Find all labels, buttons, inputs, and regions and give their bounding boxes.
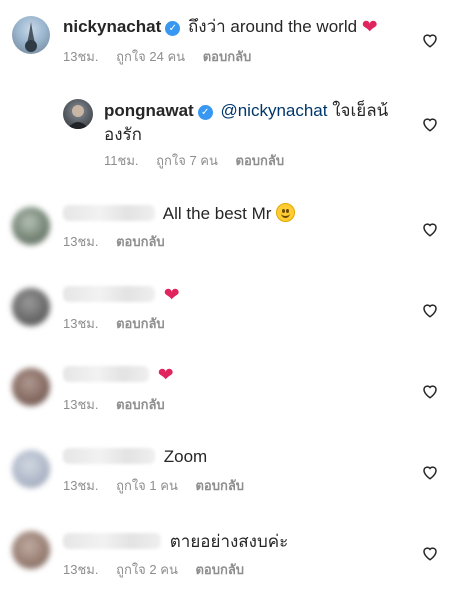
comment-meta: 13ชม. ตอบกลับ (63, 397, 179, 413)
redacted-username (63, 533, 161, 549)
reply-button[interactable]: ตอบกลับ (116, 234, 165, 249)
avatar[interactable] (63, 99, 93, 129)
comment-body: ตายอย่างสงบค่ะ (169, 532, 289, 551)
mention-link[interactable]: @nickynachat (220, 101, 327, 120)
comment-time: 13ชม. (63, 49, 99, 64)
comment-time: 13ชม. (63, 316, 99, 331)
avatar[interactable] (12, 16, 50, 54)
comment-text: ❤ (63, 364, 174, 387)
comment-time: 11ชม. (104, 153, 139, 168)
avatar-image (67, 105, 89, 129)
comment-body: ถึงว่า around the world (188, 17, 358, 36)
avatar[interactable] (12, 450, 50, 488)
comment-likes[interactable]: ถูกใจ 24 คน (116, 49, 185, 64)
avatar[interactable] (12, 207, 50, 245)
like-heart-icon[interactable] (421, 301, 439, 319)
avatar[interactable] (12, 288, 50, 326)
like-heart-icon[interactable] (421, 220, 439, 238)
heart-emoji-icon: ❤ (157, 365, 174, 386)
heart-emoji-icon: ❤ (163, 285, 180, 306)
verified-badge-icon: ✓ (197, 105, 213, 120)
comment-time: 13ชม. (63, 478, 99, 493)
comment-body: All the best Mr (162, 204, 272, 223)
like-heart-icon[interactable] (421, 115, 439, 133)
comment-meta: 11ชม. ถูกใจ 7 คน ตอบกลับ (104, 153, 298, 169)
comment-time: 13ชม. (63, 234, 99, 249)
avatar[interactable] (12, 368, 50, 406)
redacted-username (63, 448, 155, 464)
verified-badge-icon: ✓ (165, 21, 181, 36)
comment-text: All the best Mr (63, 203, 296, 225)
like-heart-icon[interactable] (421, 31, 439, 49)
comment-meta: 13ชม. ตอบกลับ (63, 234, 179, 250)
like-heart-icon[interactable] (421, 382, 439, 400)
reply-button[interactable]: ตอบกลับ (203, 49, 252, 64)
reply-button[interactable]: ตอบกลับ (116, 316, 165, 331)
reply-button[interactable]: ตอบกลับ (116, 397, 165, 412)
comment-text: pongnawat ✓ @nickynachat ใจเย็ลน้องรัก (104, 99, 394, 147)
reply-button[interactable]: ตอบกลับ (195, 478, 244, 493)
comment-time: 13ชม. (63, 562, 99, 577)
comment-likes[interactable]: ถูกใจ 1 คน (116, 478, 178, 493)
comment-meta: 13ชม. ถูกใจ 1 คน ตอบกลับ (63, 478, 258, 494)
smile-emoji-icon (276, 203, 296, 222)
comment-meta: 13ชม. ถูกใจ 2 คน ตอบกลับ (63, 562, 258, 578)
comment-meta: 13ชม. ตอบกลับ (63, 316, 179, 332)
like-heart-icon[interactable] (421, 463, 439, 481)
redacted-username (63, 205, 155, 221)
comment-likes[interactable]: ถูกใจ 7 คน (156, 153, 218, 168)
comment-username[interactable]: nickynachat (63, 17, 161, 36)
comment-username[interactable]: pongnawat (104, 101, 194, 120)
avatar[interactable] (12, 531, 50, 569)
comment-likes[interactable]: ถูกใจ 2 คน (116, 562, 178, 577)
reply-button[interactable]: ตอบกลับ (195, 562, 244, 577)
like-heart-icon[interactable] (421, 544, 439, 562)
comment-text: Zoom (63, 446, 207, 468)
comment-meta: 13ชม. ถูกใจ 24 คน ตอบกลับ (63, 49, 265, 65)
comment-text: ตายอย่างสงบค่ะ (63, 531, 288, 553)
avatar-image (25, 22, 37, 52)
redacted-username (63, 366, 149, 382)
heart-emoji-icon: ❤ (361, 17, 378, 38)
redacted-username (63, 286, 155, 302)
comment-text: ❤ (63, 284, 180, 307)
reply-button[interactable]: ตอบกลับ (236, 153, 285, 168)
comment-time: 13ชม. (63, 397, 99, 412)
comment-body: Zoom (163, 447, 208, 466)
comment-text: nickynachat ✓ ถึงว่า around the world ❤ (63, 16, 378, 39)
